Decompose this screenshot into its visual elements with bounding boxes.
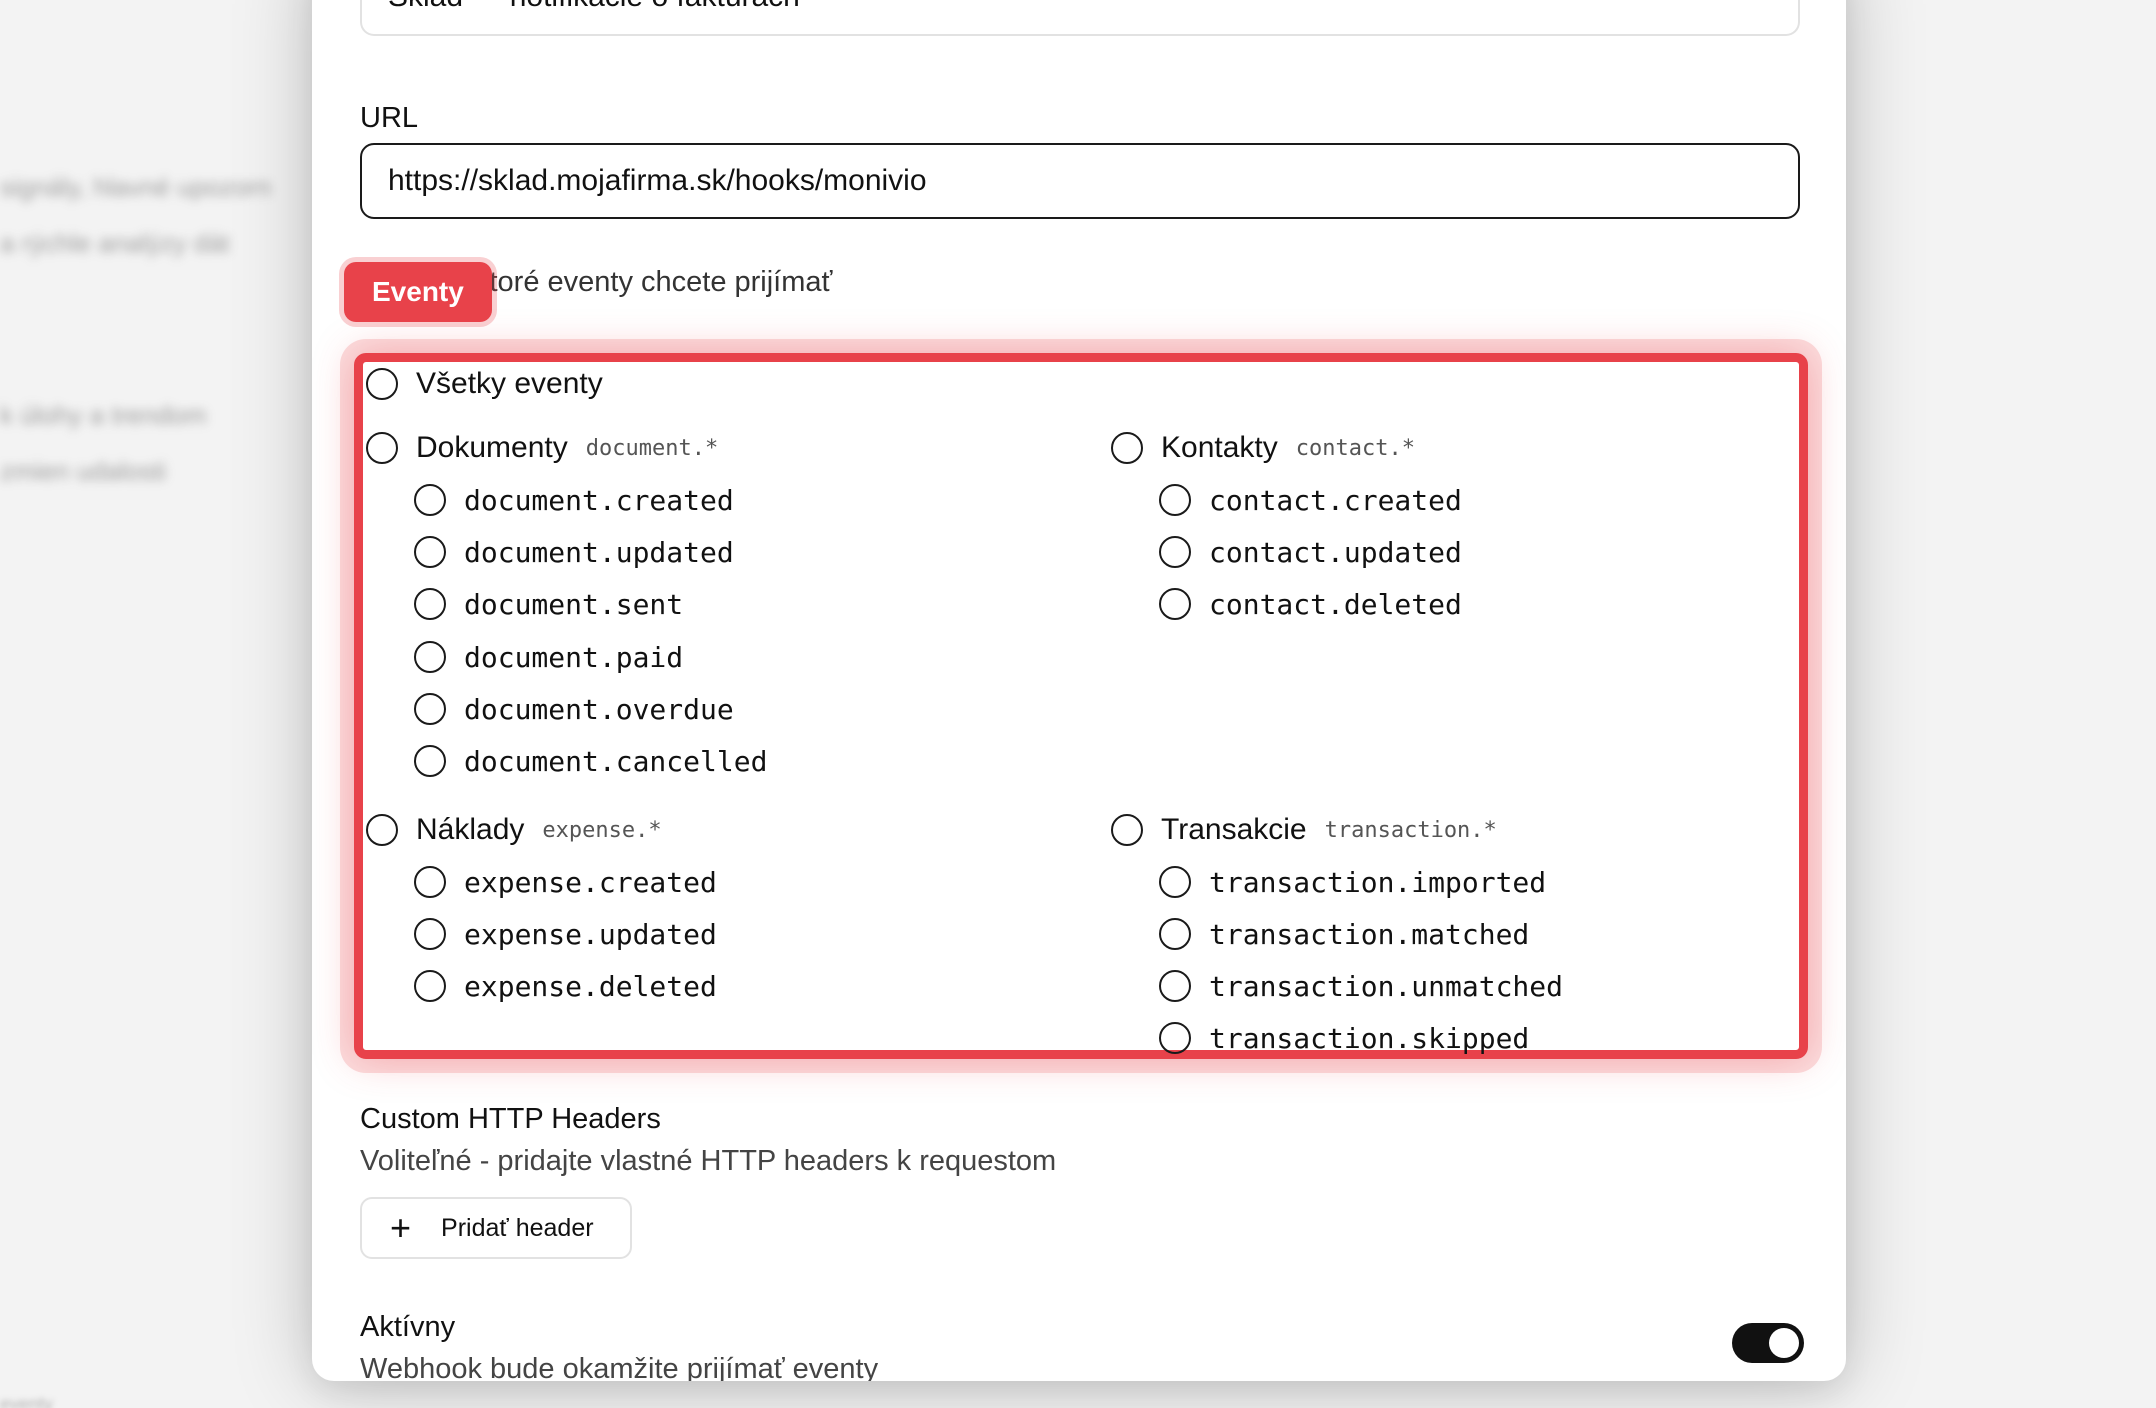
option-contact-updated[interactable]: contact.updated (1159, 532, 1462, 572)
option-label: transaction.matched (1209, 917, 1530, 951)
active-toggle[interactable] (1732, 1323, 1804, 1363)
radio-document-created[interactable] (414, 484, 446, 516)
radio-contact-created[interactable] (1159, 484, 1191, 516)
radio-transaction-imported[interactable] (1159, 866, 1191, 898)
url-value: https://sklad.mojafirma.sk/hooks/monivio (388, 164, 927, 197)
option-all-events-label: Všetky eventy (416, 367, 603, 400)
option-transaction-unmatched[interactable]: transaction.unmatched (1159, 966, 1563, 1006)
option-document-paid[interactable]: document.paid (414, 637, 683, 677)
radio-expense-created[interactable] (414, 866, 446, 898)
radio-contact-deleted[interactable] (1159, 588, 1191, 620)
option-transaction-skipped[interactable]: transaction.skipped (1159, 1018, 1529, 1058)
group-expenses[interactable]: Náklady expense.* (366, 810, 662, 850)
option-document-sent[interactable]: document.sent (414, 584, 683, 624)
option-document-overdue[interactable]: document.overdue (414, 689, 734, 729)
events-selection-box: Všetky eventy Dokumenty document.* docum… (354, 353, 1808, 1059)
active-label: Aktívny (360, 1311, 456, 1343)
radio-group-expenses[interactable] (366, 814, 398, 846)
radio-group-documents[interactable] (366, 432, 398, 464)
group-contacts[interactable]: Kontakty contact.* (1111, 428, 1415, 468)
option-label: transaction.unmatched (1209, 969, 1564, 1003)
option-document-cancelled[interactable]: document.cancelled (414, 741, 767, 781)
group-contacts-pattern: contact.* (1295, 435, 1415, 461)
option-label: document.overdue (464, 692, 734, 726)
option-expense-deleted[interactable]: expense.deleted (414, 966, 717, 1006)
option-label: document.sent (464, 587, 684, 621)
group-transactions-label: Transakcie (1161, 813, 1307, 846)
radio-document-updated[interactable] (414, 536, 446, 568)
group-documents[interactable]: Dokumenty document.* (366, 428, 718, 468)
radio-transaction-matched[interactable] (1159, 918, 1191, 950)
option-transaction-imported[interactable]: transaction.imported (1159, 862, 1546, 902)
webhook-name-input[interactable]: Sklad — notifikácie o faktúrach (360, 0, 1800, 36)
radio-document-cancelled[interactable] (414, 745, 446, 777)
option-document-created[interactable]: document.created (414, 480, 734, 520)
group-expenses-label: Náklady (416, 813, 525, 846)
radio-contact-updated[interactable] (1159, 536, 1191, 568)
radio-document-paid[interactable] (414, 641, 446, 673)
add-header-label: Pridať header (441, 1213, 594, 1242)
option-all-events[interactable]: Všetky eventy (366, 364, 603, 404)
group-transactions[interactable]: Transakcie transaction.* (1111, 810, 1497, 850)
option-transaction-matched[interactable]: transaction.matched (1159, 914, 1529, 954)
option-label: transaction.skipped (1209, 1021, 1530, 1055)
plus-icon: + (390, 1207, 412, 1248)
radio-expense-updated[interactable] (414, 918, 446, 950)
radio-transaction-skipped[interactable] (1159, 1022, 1191, 1054)
group-expenses-pattern: expense.* (542, 817, 662, 843)
radio-all-events[interactable] (366, 368, 398, 400)
group-contacts-label: Kontakty (1161, 431, 1278, 464)
group-transactions-pattern: transaction.* (1324, 817, 1497, 843)
radio-document-overdue[interactable] (414, 693, 446, 725)
background-text-2: a rýchle analýzy dát (0, 228, 230, 258)
option-contact-created[interactable]: contact.created (1159, 480, 1462, 520)
option-contact-deleted[interactable]: contact.deleted (1159, 584, 1462, 624)
option-expense-created[interactable]: expense.created (414, 862, 717, 902)
custom-headers-desc: Voliteľné - pridajte vlastné HTTP header… (360, 1145, 1057, 1177)
background-text-1: signály, hlavné upozorn (0, 172, 272, 202)
radio-expense-deleted[interactable] (414, 970, 446, 1002)
radio-transaction-unmatched[interactable] (1159, 970, 1191, 1002)
option-label: document.updated (464, 535, 734, 569)
radio-document-sent[interactable] (414, 588, 446, 620)
background-footer-text: eventy (0, 1394, 54, 1408)
radio-group-transactions[interactable] (1111, 814, 1143, 846)
url-label: URL (360, 102, 419, 134)
custom-headers-label: Custom HTTP Headers (360, 1103, 661, 1135)
group-documents-pattern: document.* (585, 435, 719, 461)
option-label: document.cancelled (464, 744, 768, 778)
add-header-button[interactable]: + Pridať header (360, 1197, 632, 1259)
background-text-3: k úlohy a trendom (0, 400, 207, 430)
background-text-4: zmien udalosti (0, 456, 167, 486)
toggle-knob (1769, 1328, 1799, 1358)
active-desc: Webhook bude okamžite prijímať eventy (360, 1353, 879, 1381)
events-tag: Eventy (344, 262, 492, 322)
option-label: expense.deleted (464, 969, 717, 1003)
url-input[interactable]: https://sklad.mojafirma.sk/hooks/monivio (360, 143, 1800, 219)
group-documents-label: Dokumenty (416, 431, 568, 464)
option-document-updated[interactable]: document.updated (414, 532, 734, 572)
option-label: contact.created (1209, 483, 1462, 517)
option-label: document.created (464, 483, 734, 517)
option-label: transaction.imported (1209, 865, 1547, 899)
option-label: contact.updated (1209, 535, 1462, 569)
option-label: contact.deleted (1209, 587, 1462, 621)
option-label: expense.created (464, 865, 717, 899)
option-label: expense.updated (464, 917, 717, 951)
radio-group-contacts[interactable] (1111, 432, 1143, 464)
webhook-name-value: Sklad — notifikácie o faktúrach (388, 0, 800, 14)
option-label: document.paid (464, 640, 684, 674)
webhook-dialog: Sklad — notifikácie o faktúrach URL http… (312, 0, 1846, 1381)
option-expense-updated[interactable]: expense.updated (414, 914, 717, 954)
